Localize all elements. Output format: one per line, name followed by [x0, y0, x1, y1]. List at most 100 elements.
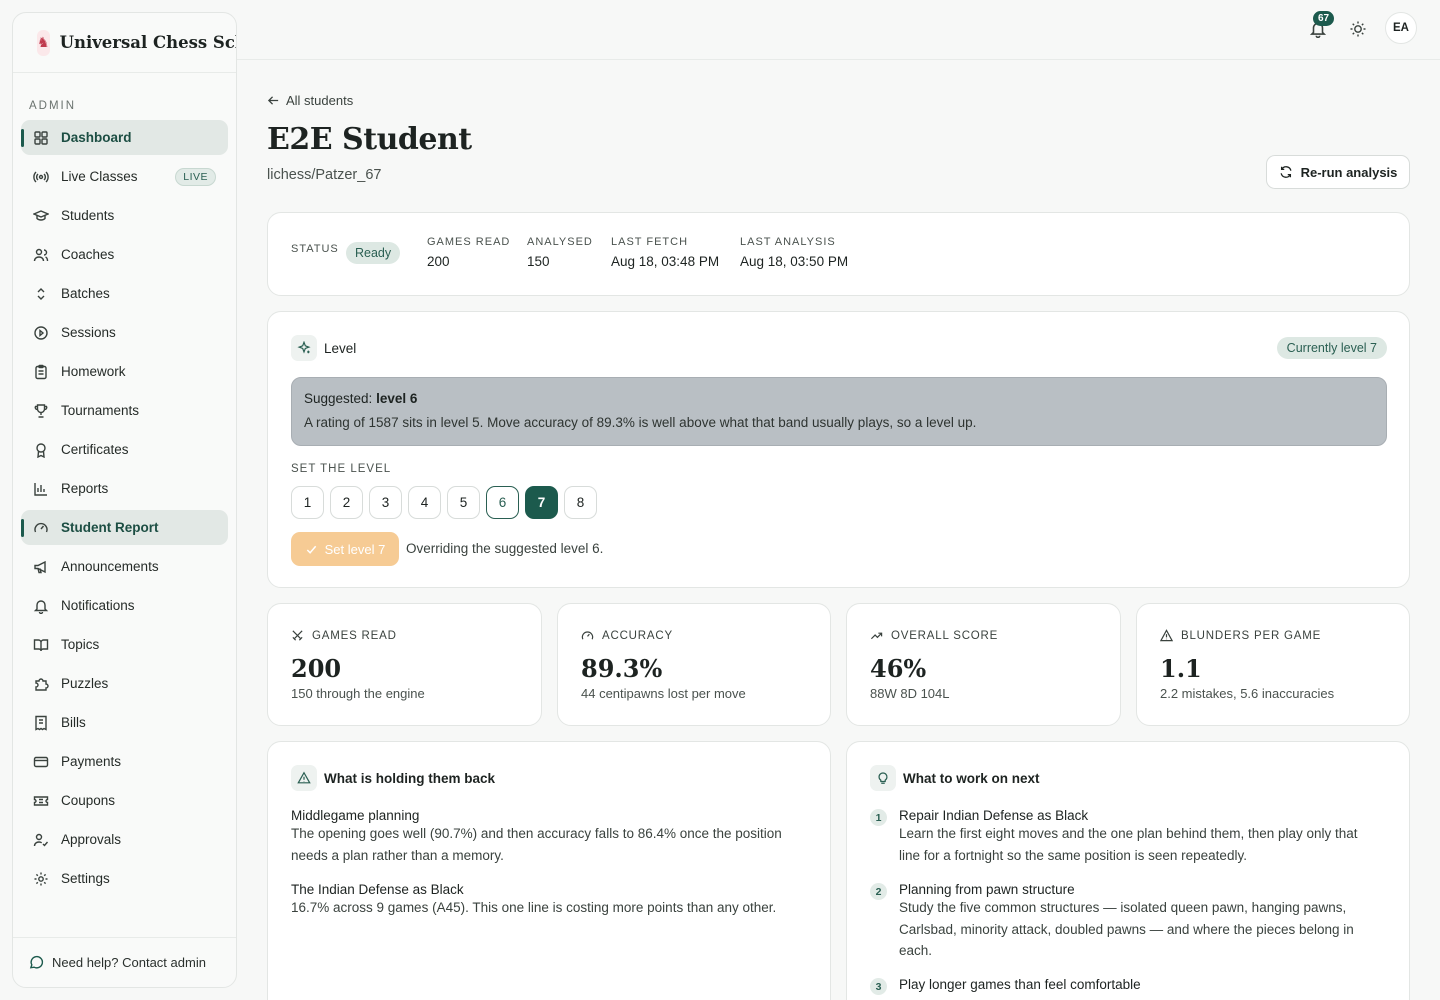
set-level-label-text: Set level 7: [324, 541, 386, 557]
sidebar-item-coupons[interactable]: Coupons: [21, 783, 228, 818]
sidebar-item-student-report[interactable]: Student Report: [21, 510, 228, 545]
sidebar-item-label: Student Report: [61, 520, 159, 535]
issue-detail: 16.7% across 9 games (A45). This one lin…: [291, 900, 777, 915]
sidebar-item-dashboard[interactable]: Dashboard: [21, 120, 228, 155]
sidebar-item-label: Live Classes: [61, 169, 138, 184]
refresh-icon: [1280, 166, 1292, 178]
stat-label-text: ACCURACY: [602, 629, 673, 642]
rerun-analysis-button[interactable]: Re-run analysis: [1266, 155, 1410, 189]
stat-value: 46%: [870, 654, 927, 683]
sidebar-item-puzzles[interactable]: Puzzles: [21, 666, 228, 701]
sidebar-item-live-classes[interactable]: Live Classes LIVE: [21, 159, 228, 194]
level-option-4[interactable]: 4: [408, 486, 441, 519]
sidebar-item-label: Coaches: [61, 247, 115, 262]
lightbulb-icon: [870, 765, 896, 791]
level-option-2[interactable]: 2: [330, 486, 363, 519]
sidebar-item-label: Settings: [61, 871, 110, 886]
puzzle-icon: [33, 676, 49, 692]
broadcast-icon: [33, 169, 49, 185]
set-level-button[interactable]: Set level 7: [291, 532, 399, 566]
sun-icon: [1350, 21, 1366, 37]
sidebar-item-label: Notifications: [61, 598, 135, 613]
megaphone-icon: [33, 559, 49, 575]
level-option-7[interactable]: 7: [525, 486, 558, 519]
sidebar-item-bills[interactable]: Bills: [21, 705, 228, 740]
sidebar-item-label: Students: [61, 208, 115, 223]
sidebar-item-certificates[interactable]: Certificates: [21, 432, 228, 467]
step-title: Play longer games than feel comfortable: [899, 977, 1141, 992]
clipboard-icon: [33, 364, 49, 380]
section-label-admin: ADMIN: [29, 100, 77, 112]
panel-title: What to work on next: [903, 771, 1040, 786]
step-number: 1: [870, 809, 887, 826]
sidebar-item-label: Approvals: [61, 832, 122, 847]
stat-card-overall-score: OVERALL SCORE 46% 88W 8D 104L: [846, 603, 1121, 726]
sidebar-item-settings[interactable]: Settings: [21, 861, 228, 896]
sidebar-item-payments[interactable]: Payments: [21, 744, 228, 779]
brand-name: Universal Chess Sch: [59, 33, 237, 52]
brand[interactable]: ♞ Universal Chess Sch: [13, 13, 236, 73]
sidebar-item-reports[interactable]: Reports: [21, 471, 228, 506]
stat-card-blunders: BLUNDERS PER GAME 1.1 2.2 mistakes, 5.6 …: [1136, 603, 1410, 726]
suggestion-prefix: Suggested:: [304, 391, 373, 406]
check-icon: [306, 545, 316, 554]
help-link[interactable]: Need help? Contact admin: [13, 937, 236, 987]
chevrons-up-down-icon: [33, 286, 49, 302]
sidebar-item-tournaments[interactable]: Tournaments: [21, 393, 228, 428]
sidebar-item-label: Reports: [61, 481, 109, 496]
graduation-cap-icon: [33, 208, 49, 224]
last-analysis-stat: LAST ANALYSIS Aug 18, 03:50 PM: [740, 236, 848, 269]
stat-label-text: OVERALL SCORE: [891, 629, 999, 642]
live-badge: LIVE: [175, 167, 216, 186]
level-option-8[interactable]: 8: [564, 486, 597, 519]
step-number: 3: [870, 978, 887, 995]
suggestion-text: A rating of 1587 sits in level 5. Move a…: [304, 415, 977, 430]
gauge-icon: [33, 520, 49, 536]
sparkles-icon: [291, 335, 317, 361]
sidebar-item-approvals[interactable]: Approvals: [21, 822, 228, 857]
step-item: 2 Planning from pawn structure Study the…: [870, 882, 1380, 962]
level-title: Level: [324, 341, 357, 356]
swords-icon: [292, 630, 303, 641]
set-level-label: SET THE LEVEL: [291, 463, 392, 475]
step-number: 2: [870, 883, 887, 900]
sidebar-item-label: Homework: [61, 364, 126, 379]
gear-icon: [33, 871, 49, 887]
avatar[interactable]: EA: [1385, 12, 1417, 44]
sidebar-item-label: Payments: [61, 754, 122, 769]
stat-subtext: 2.2 mistakes, 5.6 inaccuracies: [1160, 686, 1335, 701]
sidebar-item-students[interactable]: Students: [21, 198, 228, 233]
sidebar-item-label: Tournaments: [61, 403, 140, 418]
analysed-stat: ANALYSED 150: [527, 236, 593, 269]
stat-label-text: GAMES READ: [312, 629, 397, 642]
sidebar-item-label: Puzzles: [61, 676, 109, 691]
back-link[interactable]: All students: [267, 93, 353, 108]
step-item: 1 Repair Indian Defense as Black Learn t…: [870, 808, 1380, 866]
sidebar-item-announcements[interactable]: Announcements: [21, 549, 228, 584]
level-option-3[interactable]: 3: [369, 486, 402, 519]
level-option-1[interactable]: 1: [291, 486, 324, 519]
theme-toggle-button[interactable]: [1349, 20, 1367, 38]
stat-value: 200: [427, 254, 450, 269]
level-option-6[interactable]: 6: [486, 486, 519, 519]
bell-icon: [33, 598, 49, 614]
sidebar-item-label: Dashboard: [61, 130, 132, 145]
play-circle-icon: [33, 325, 49, 341]
sidebar-item-sessions[interactable]: Sessions: [21, 315, 228, 350]
stat-label: BLUNDERS PER GAME: [1160, 629, 1321, 642]
sidebar-item-label: Certificates: [61, 442, 129, 457]
issue-detail: The opening goes well (90.7%) and then a…: [291, 826, 782, 863]
sidebar-item-notifications[interactable]: Notifications: [21, 588, 228, 623]
sidebar-item-coaches[interactable]: Coaches: [21, 237, 228, 272]
sidebar-item-homework[interactable]: Homework: [21, 354, 228, 389]
stat-label-text: BLUNDERS PER GAME: [1181, 629, 1322, 642]
trending-up-icon: [870, 632, 883, 640]
level-option-5[interactable]: 5: [447, 486, 480, 519]
sidebar-item-batches[interactable]: Batches: [21, 276, 228, 311]
page-title: E2E Student: [267, 122, 472, 157]
work-next-panel: What to work on next 1 Repair Indian Def…: [846, 741, 1410, 1000]
sidebar-item-label: Batches: [61, 286, 110, 301]
stat-value: Aug 18, 03:50 PM: [740, 254, 849, 269]
sidebar-item-topics[interactable]: Topics: [21, 627, 228, 662]
suggestion-heading: Suggested: level 6: [304, 391, 1374, 406]
